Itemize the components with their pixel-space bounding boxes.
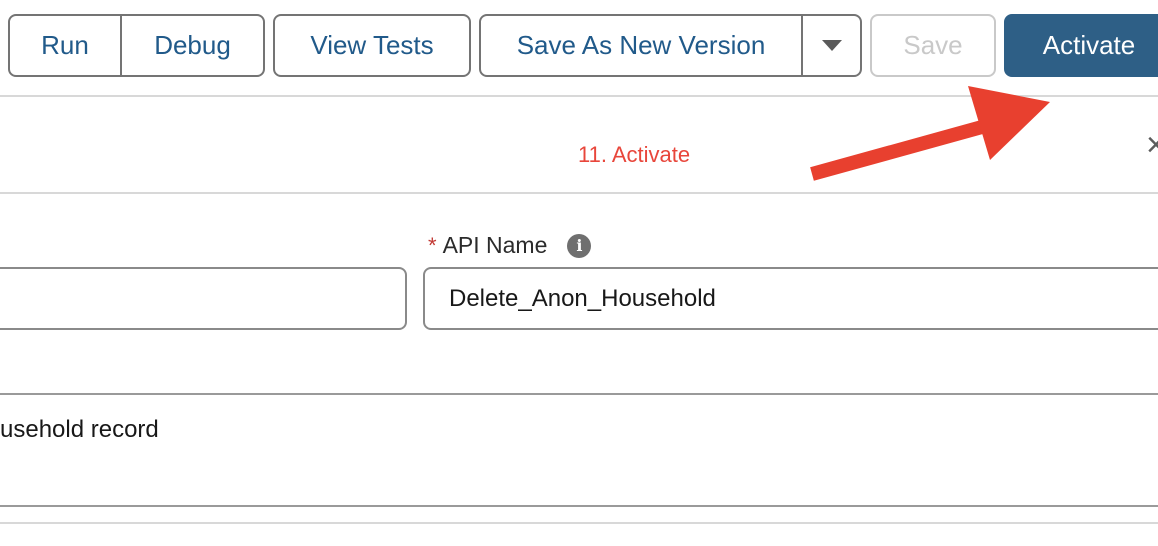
save-as-new-version-button[interactable]: Save As New Version	[481, 16, 801, 75]
activate-button[interactable]: Activate	[1004, 14, 1158, 77]
info-icon[interactable]: i	[567, 233, 592, 258]
debug-button[interactable]: Debug	[120, 16, 263, 75]
run-button[interactable]: Run	[10, 16, 120, 75]
toolbar-divider	[0, 95, 1158, 97]
run-debug-button-group: Run Debug	[8, 14, 265, 77]
description-textarea[interactable]: usehold record	[0, 416, 159, 444]
description-top-border	[0, 393, 1158, 395]
walkthrough-step-title: 11. Activate	[578, 142, 691, 167]
save-button[interactable]: Save	[870, 14, 996, 77]
close-icon[interactable]: ×	[1146, 128, 1158, 162]
label-input[interactable]	[0, 267, 407, 330]
view-tests-button[interactable]: View Tests	[273, 14, 471, 77]
save-as-new-version-group: Save As New Version	[479, 14, 862, 77]
api-name-label-text: API Name	[442, 232, 548, 258]
api-name-input[interactable]: Delete_Anon_Household	[423, 267, 1158, 330]
popover-divider	[0, 192, 1158, 194]
required-asterisk: *	[428, 232, 437, 258]
description-bottom-border	[0, 505, 1158, 507]
more-options-dropdown[interactable]	[801, 16, 860, 75]
api-name-label: * API Name i	[428, 232, 592, 259]
chevron-down-icon	[821, 40, 842, 51]
footer-divider	[0, 522, 1158, 524]
